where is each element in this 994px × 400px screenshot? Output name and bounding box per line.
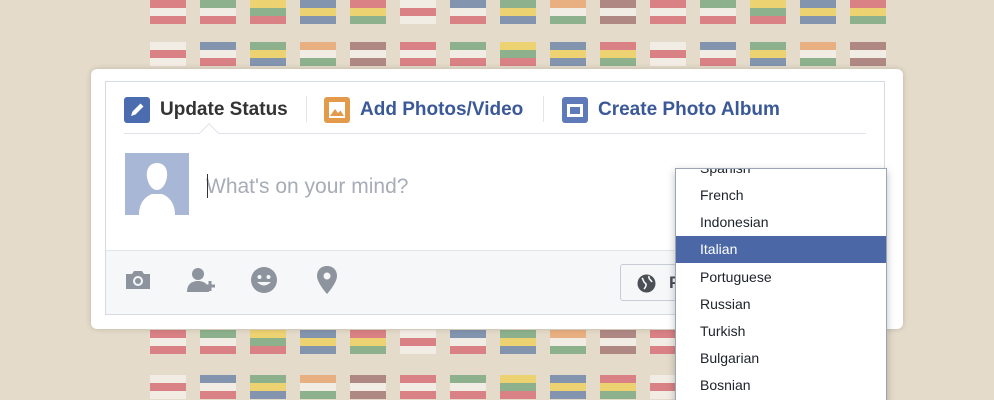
menu-item-bulgarian[interactable]: Bulgarian [676,345,886,372]
menu-item-french[interactable]: French [676,182,886,209]
language-dropdown-menu: Spanish French Indonesian Italian Portug… [675,168,887,400]
tab-update-status[interactable]: Update Status [124,92,288,128]
menu-item-russian[interactable]: Russian [676,291,886,318]
text-cursor [207,174,208,198]
globe-icon [637,274,656,293]
photo-icon [324,97,350,123]
menu-item-bosnian[interactable]: Bosnian [676,372,886,399]
location-pin-icon[interactable] [311,263,343,297]
tag-friends-icon[interactable] [185,263,217,297]
menu-item-indonesian[interactable]: Indonesian [676,209,886,236]
tab-create-photo-album[interactable]: Create Photo Album [562,92,780,128]
avatar[interactable] [125,153,189,215]
composer-tabs: Update Status Add Photos/Video Create Ph… [106,82,884,143]
menu-item-italian[interactable]: Italian [676,236,886,263]
tab-divider [306,96,307,122]
album-icon [562,97,588,123]
tab-add-photos-video[interactable]: Add Photos/Video [324,92,523,128]
tab-update-status-label: Update Status [160,99,288,120]
pencil-icon [124,97,150,123]
camera-icon[interactable] [122,263,154,297]
tab-add-photos-label: Add Photos/Video [360,99,524,120]
tab-create-album-label: Create Photo Album [598,99,780,120]
feeling-smiley-icon[interactable] [248,263,280,297]
menu-item-portuguese[interactable]: Portuguese [676,264,886,291]
menu-item-spanish[interactable]: Spanish [676,169,886,182]
status-input[interactable] [206,170,666,204]
tab-underline [124,133,866,134]
tab-divider [543,96,544,122]
menu-item-turkish[interactable]: Turkish [676,318,886,345]
